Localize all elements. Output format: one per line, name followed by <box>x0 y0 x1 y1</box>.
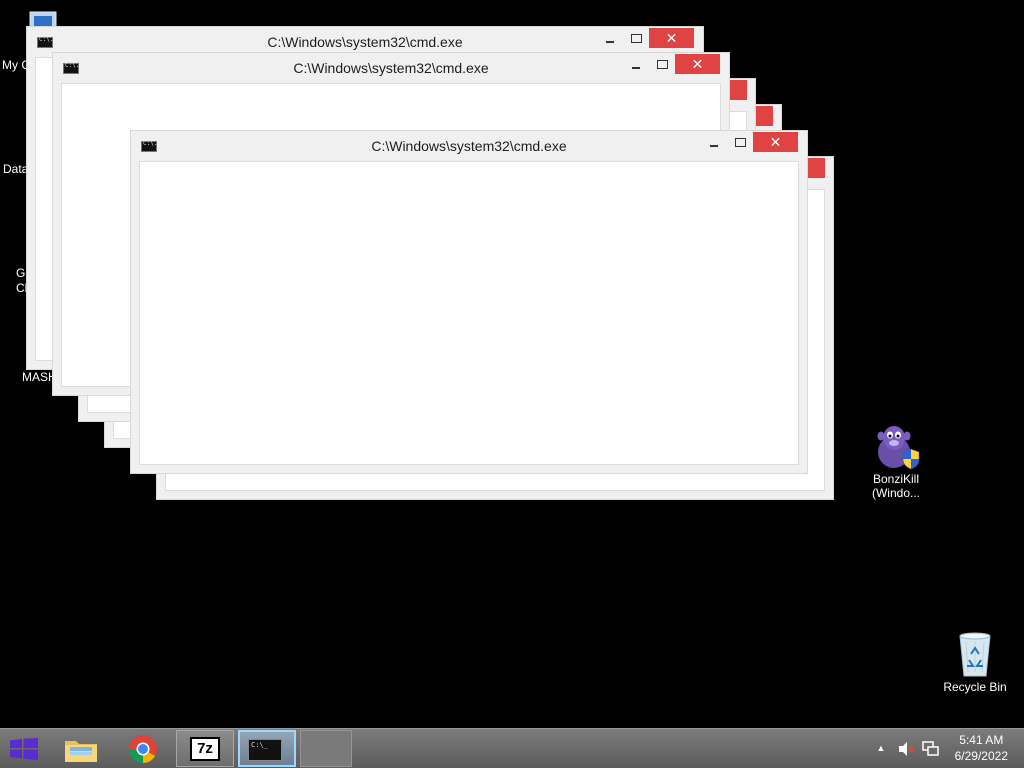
minimize-button[interactable] <box>623 56 649 76</box>
clock-date: 6/29/2022 <box>954 749 1008 763</box>
show-hidden-icons-button[interactable]: ▲ <box>872 730 890 767</box>
chrome-icon <box>129 735 157 763</box>
taskbar[interactable]: 7z C:\_ ▲ 5:41 AM 6/29/2022 <box>0 728 1024 768</box>
taskbar-7zip[interactable]: 7z <box>176 730 234 767</box>
taskbar-google-chrome[interactable] <box>115 730 173 767</box>
maximize-button[interactable] <box>623 30 649 50</box>
desktop-icon-label: BonziKill <box>872 472 920 486</box>
cmd-window-active[interactable]: C:\Windows\system32\cmd.exe ✕ <box>130 130 808 474</box>
recycle-bin-icon <box>951 630 999 678</box>
desktop-icon-bonzikill[interactable]: BonziKill (Windo... <box>858 422 934 501</box>
desktop-icon-label: Recycle Bin <box>943 680 1007 694</box>
desktop[interactable]: My Computer Data Google Chrome <box>0 0 1024 728</box>
windows-logo-icon <box>10 738 38 760</box>
uac-shield-icon <box>902 448 920 470</box>
volume-muted-icon[interactable] <box>896 730 916 767</box>
bonzi-buddy-icon <box>872 422 920 470</box>
desktop-icon-label: (Windo... <box>871 486 920 500</box>
taskbar-window-group[interactable] <box>300 730 352 767</box>
clock-time: 5:41 AM <box>959 733 1004 747</box>
folder-icon <box>65 741 97 762</box>
console-area[interactable] <box>139 161 799 465</box>
taskbar-file-explorer[interactable] <box>52 730 110 767</box>
clock[interactable]: 5:41 AM 6/29/2022 <box>955 732 1008 764</box>
minimize-button[interactable] <box>701 134 727 154</box>
close-button[interactable]: ✕ <box>675 54 720 74</box>
desktop-icon-recycle-bin[interactable]: Recycle Bin <box>937 630 1013 695</box>
close-button[interactable] <box>729 80 747 100</box>
minimize-button[interactable] <box>597 30 623 50</box>
title-bar[interactable]: C:\Windows\system32\cmd.exe ✕ <box>53 53 729 83</box>
start-button[interactable] <box>0 730 48 767</box>
maximize-button[interactable] <box>649 56 675 76</box>
desktop-icon-label: Data <box>3 162 29 176</box>
taskbar-command-prompt[interactable]: C:\_ <box>238 730 296 767</box>
close-button[interactable]: ✕ <box>753 132 798 152</box>
seven-zip-icon: 7z <box>190 737 220 761</box>
title-bar[interactable]: C:\Windows\system32\cmd.exe ✕ <box>131 131 807 161</box>
maximize-button[interactable] <box>727 134 753 154</box>
cmd-icon: C:\_ <box>248 739 282 761</box>
close-button[interactable]: ✕ <box>649 28 694 48</box>
network-icon[interactable] <box>920 730 940 767</box>
